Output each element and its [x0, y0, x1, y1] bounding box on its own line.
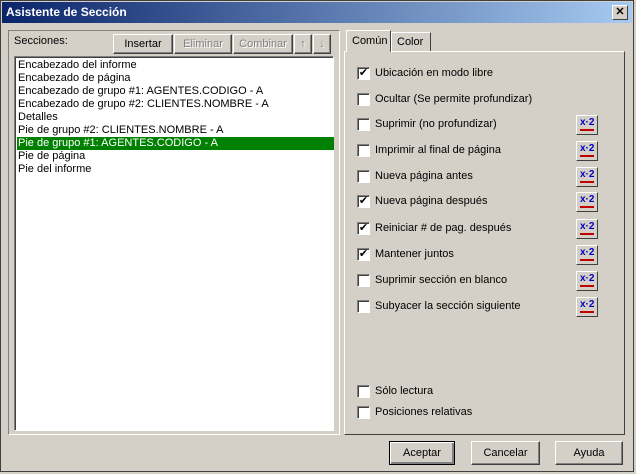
- tab-color[interactable]: Color: [391, 32, 431, 51]
- tab-panel: [344, 51, 625, 435]
- option-label: Suprimir sección en blanco: [375, 274, 508, 286]
- option-checkbox[interactable]: [357, 300, 370, 313]
- formula-button[interactable]: x·2: [576, 192, 598, 212]
- bottom-option-label: Sólo lectura: [375, 385, 434, 397]
- option-label: Suprimir (no profundizar): [375, 118, 497, 130]
- formula-button[interactable]: x·2: [576, 115, 598, 135]
- pencil-icon: [580, 285, 594, 287]
- formula-icon: x·2: [580, 117, 595, 128]
- list-item[interactable]: Pie del informe: [17, 163, 334, 176]
- list-item[interactable]: Pie de grupo #1: AGENTES.CODIGO - A: [17, 137, 334, 150]
- list-item[interactable]: Encabezado de grupo #2: CLIENTES.NOMBRE …: [17, 98, 334, 111]
- formula-button[interactable]: x·2: [576, 141, 598, 161]
- pencil-icon: [580, 206, 594, 208]
- option-checkbox[interactable]: ✔: [357, 195, 370, 208]
- option-label: Nueva página antes: [375, 170, 473, 182]
- formula-icon: x·2: [580, 221, 595, 232]
- option-label: Ubicación en modo libre: [375, 67, 494, 79]
- list-item[interactable]: Encabezado del informe: [17, 59, 334, 72]
- formula-button[interactable]: x·2: [576, 219, 598, 239]
- option-label: Mantener juntos: [375, 248, 454, 260]
- option-checkbox[interactable]: ✔: [357, 222, 370, 235]
- formula-icon: x·2: [580, 247, 595, 258]
- move-up-button[interactable]: ↑: [294, 34, 312, 54]
- option-checkbox[interactable]: [357, 144, 370, 157]
- accept-button[interactable]: Aceptar: [389, 441, 455, 465]
- cancel-button[interactable]: Cancelar: [471, 441, 540, 465]
- formula-icon: x·2: [580, 169, 595, 180]
- formula-icon: x·2: [580, 273, 595, 284]
- pencil-icon: [580, 311, 594, 313]
- formula-icon: x·2: [580, 143, 595, 154]
- option-checkbox[interactable]: [357, 274, 370, 287]
- option-label: Subyacer la sección siguiente: [375, 300, 521, 312]
- insert-button[interactable]: Insertar: [113, 34, 173, 54]
- help-button[interactable]: Ayuda: [555, 441, 623, 465]
- tab-color-label: Color: [397, 36, 424, 48]
- bottom-option-checkbox[interactable]: [357, 385, 370, 398]
- option-checkbox[interactable]: ✔: [357, 67, 370, 80]
- sections-label: Secciones:: [14, 35, 68, 47]
- bottom-option-label: Posiciones relativas: [375, 406, 473, 418]
- pencil-icon: [580, 259, 594, 261]
- pencil-icon: [580, 129, 594, 131]
- option-label: Nueva página después: [375, 195, 488, 207]
- delete-button[interactable]: Eliminar: [174, 34, 232, 54]
- option-checkbox[interactable]: [357, 93, 370, 106]
- formula-button[interactable]: x·2: [576, 271, 598, 291]
- option-checkbox[interactable]: [357, 118, 370, 131]
- option-label: Reiniciar # de pag. después: [375, 222, 512, 234]
- tab-comun[interactable]: Común: [346, 30, 391, 52]
- window-title: Asistente de Sección: [6, 5, 127, 19]
- option-checkbox[interactable]: ✔: [357, 248, 370, 261]
- pencil-icon: [580, 181, 594, 183]
- move-down-button[interactable]: ↓: [313, 34, 331, 54]
- formula-button[interactable]: x·2: [576, 297, 598, 317]
- arrow-up-icon: ↑: [300, 38, 306, 50]
- arrow-down-icon: ↓: [319, 38, 325, 50]
- option-label: Imprimir al final de página: [375, 144, 501, 156]
- pencil-icon: [580, 233, 594, 235]
- bottom-option-checkbox[interactable]: [357, 406, 370, 419]
- merge-button[interactable]: Combinar: [233, 34, 293, 54]
- pencil-icon: [580, 155, 594, 157]
- option-checkbox[interactable]: [357, 170, 370, 183]
- list-item[interactable]: Encabezado de página: [17, 72, 334, 85]
- list-item[interactable]: Pie de grupo #2: CLIENTES.NOMBRE - A: [17, 124, 334, 137]
- formula-button[interactable]: x·2: [576, 245, 598, 265]
- list-item[interactable]: Pie de página: [17, 150, 334, 163]
- list-item[interactable]: Detalles: [17, 111, 334, 124]
- tab-comun-label: Común: [352, 35, 388, 47]
- formula-icon: x·2: [580, 299, 595, 310]
- close-button[interactable]: ✕: [612, 5, 628, 20]
- list-item[interactable]: Encabezado de grupo #1: AGENTES.CODIGO -…: [17, 85, 334, 98]
- title-bar[interactable]: Asistente de Sección ✕: [2, 2, 632, 23]
- formula-icon: x·2: [580, 194, 595, 205]
- dialog-window: Asistente de Sección ✕ Secciones: Insert…: [0, 0, 634, 472]
- option-label: Ocultar (Se permite profundizar): [375, 93, 533, 105]
- formula-button[interactable]: x·2: [576, 167, 598, 187]
- sections-list[interactable]: Encabezado del informe Encabezado de pági…: [14, 56, 334, 431]
